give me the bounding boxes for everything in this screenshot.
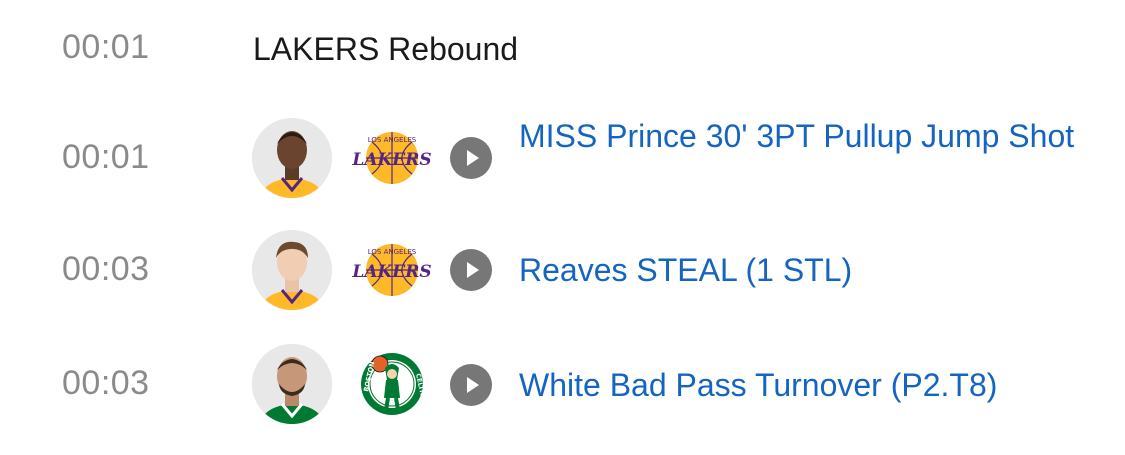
lakers-logo: LOS ANGELES LAKERS xyxy=(351,230,432,310)
lakers-wordmark: LAKERS xyxy=(352,262,432,282)
play-row: 00:03 BOSTON CELTICS White Bad Pass Turn… xyxy=(0,344,1125,426)
celtics-logo-icon: BOSTON CELTICS xyxy=(361,353,428,415)
lakers-logo-icon: LOS ANGELES LAKERS xyxy=(351,132,432,184)
play-row: 00:01 LAKERS Rebound xyxy=(0,28,1125,73)
player-headshot-icon xyxy=(252,118,332,198)
lakers-logo: LOS ANGELES LAKERS xyxy=(351,118,432,198)
play-time: 00:03 xyxy=(62,250,150,288)
play-description-link[interactable]: White Bad Pass Turnover (P2.T8) xyxy=(519,363,1079,408)
lakers-wordmark: LAKERS xyxy=(352,150,432,170)
play-description: LAKERS Rebound xyxy=(253,31,519,67)
play-video-button[interactable] xyxy=(450,249,492,291)
play-row: 00:03 LOS ANGELES LAKERS Reaves STEAL (1… xyxy=(0,230,1125,310)
lakers-arc-text: LOS ANGELES xyxy=(368,248,417,256)
play-description-link[interactable]: Reaves STEAL (1 STL) xyxy=(519,248,1079,293)
player-avatar-white[interactable] xyxy=(252,344,332,424)
player-avatar-prince[interactable] xyxy=(252,118,332,198)
play-time: 00:01 xyxy=(62,28,150,66)
player-avatar-reaves[interactable] xyxy=(252,230,332,310)
player-headshot-icon xyxy=(252,344,332,424)
play-row: 00:01 LOS ANGELES LAKERS MISS Prince 30'… xyxy=(0,114,1125,206)
celtics-logo: BOSTON CELTICS xyxy=(352,344,432,424)
lakers-logo-icon: LOS ANGELES LAKERS xyxy=(351,244,432,296)
player-headshot-icon xyxy=(252,230,332,310)
play-video-button[interactable] xyxy=(450,137,492,179)
play-time: 00:03 xyxy=(62,364,150,402)
play-description-link[interactable]: MISS Prince 30' 3PT Pullup Jump Shot xyxy=(519,114,1079,159)
lakers-arc-text: LOS ANGELES xyxy=(368,136,417,144)
play-time: 00:01 xyxy=(62,138,150,176)
play-video-button[interactable] xyxy=(450,364,492,406)
